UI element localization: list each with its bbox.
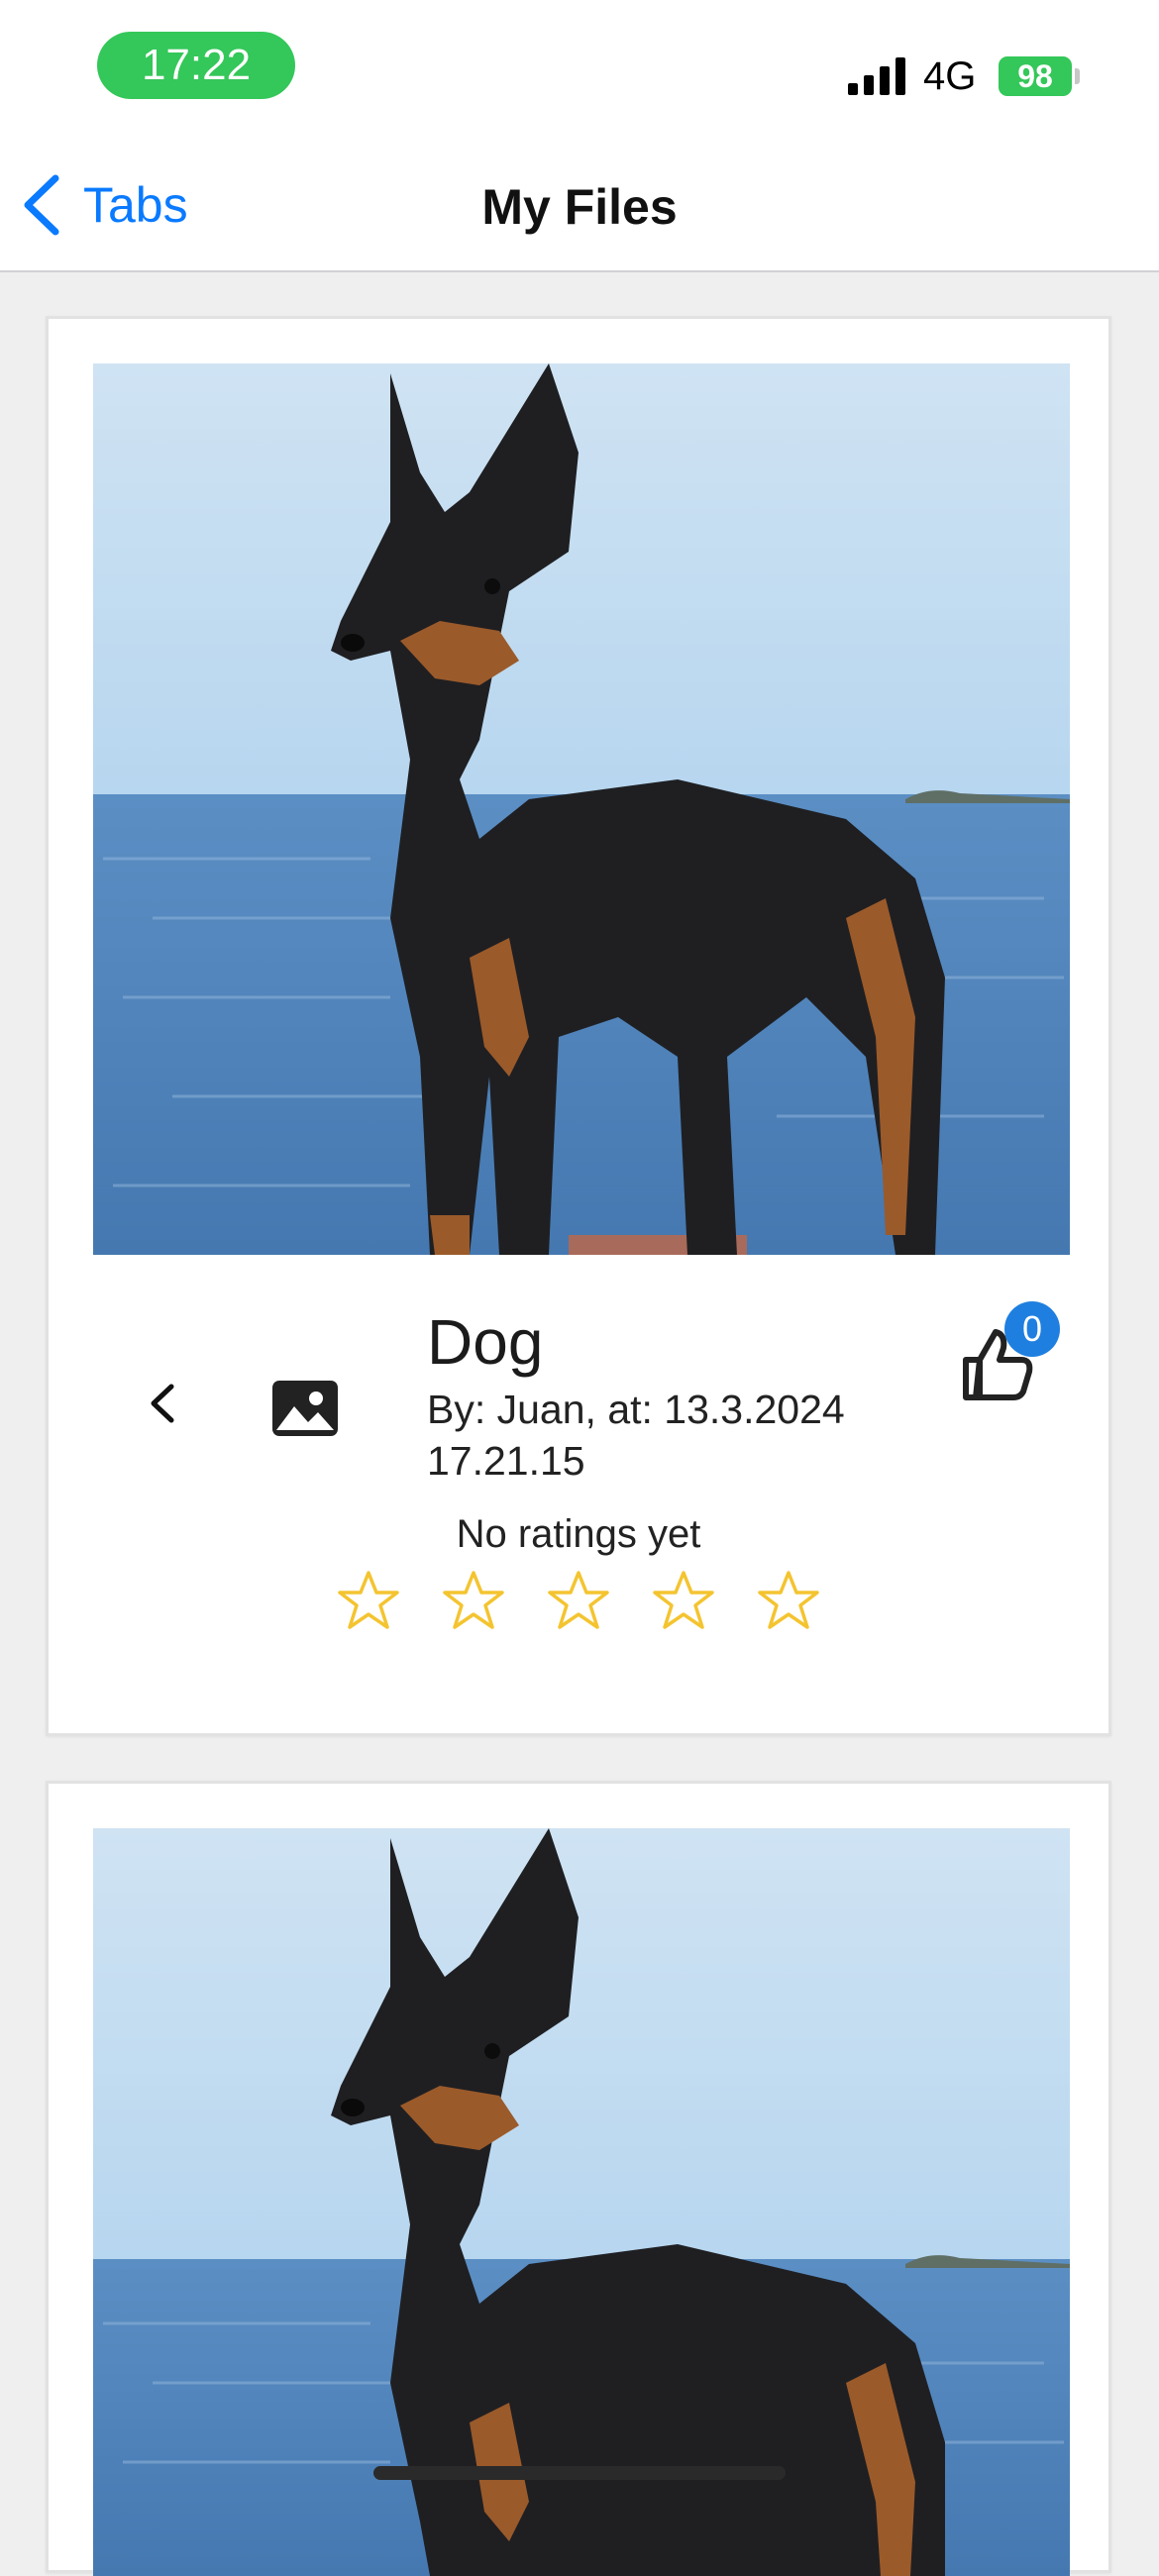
file-name: Dog — [427, 1306, 544, 1378]
file-image[interactable] — [93, 1828, 1070, 2576]
chevron-left-icon[interactable] — [140, 1369, 189, 1438]
file-meta: By: Juan, at: 13.3.2024 17.21.15 — [427, 1387, 845, 1484]
file-image[interactable] — [93, 363, 1070, 1255]
status-bar: 17:22 4G 98 — [0, 0, 1159, 149]
file-info: Dog By: Juan, at: 13.3.2024 17.21.15 0 N… — [49, 1255, 1108, 1730]
dog-photo — [93, 1828, 1070, 2576]
rating-label: No ratings yet — [456, 1512, 701, 1556]
file-card: Dog By: Juan, at: 13.3.2024 17.21.15 0 N… — [46, 316, 1111, 1736]
page-title: My Files — [481, 179, 678, 235]
battery-level: 98 — [1017, 58, 1053, 94]
status-time: 17:22 — [97, 32, 295, 99]
home-indicator — [373, 2466, 786, 2480]
star-outline-icon[interactable] — [652, 1570, 715, 1631]
network-label: 4G — [923, 54, 977, 98]
battery-icon: 98 — [999, 56, 1072, 96]
star-outline-icon[interactable] — [442, 1570, 505, 1631]
star-outline-icon[interactable] — [757, 1570, 820, 1631]
like-count-badge: 0 — [1004, 1301, 1060, 1357]
file-card — [46, 1781, 1111, 2576]
star-outline-icon[interactable] — [547, 1570, 610, 1631]
navigation-bar: Tabs My Files — [0, 149, 1159, 272]
battery-tip — [1075, 68, 1080, 84]
star-outline-icon[interactable] — [337, 1570, 400, 1631]
star-rating — [49, 1570, 1108, 1631]
dog-photo — [93, 363, 1070, 1255]
image-icon — [272, 1381, 338, 1436]
signal-icon — [848, 57, 905, 95]
